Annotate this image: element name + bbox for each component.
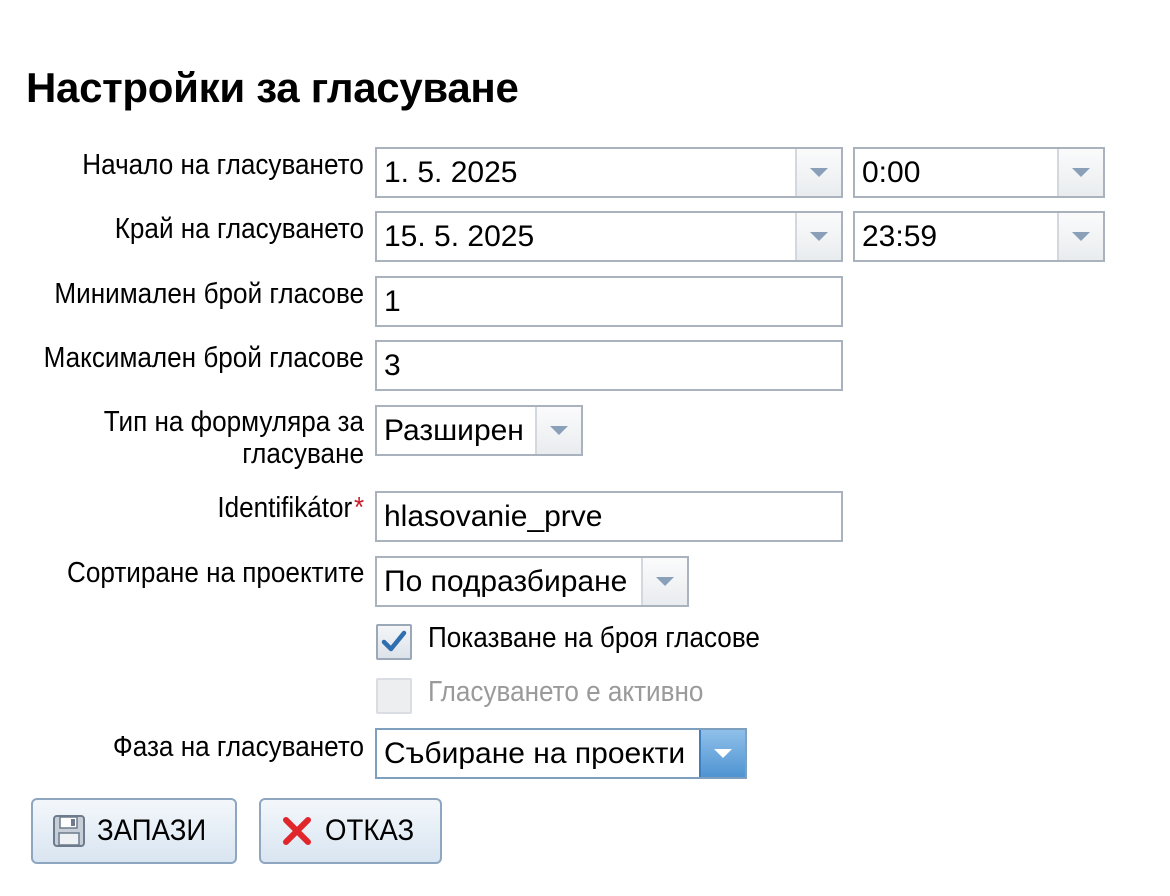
chevron-down-icon bbox=[1072, 168, 1090, 177]
max-votes-input[interactable] bbox=[377, 342, 841, 389]
identifier-input[interactable] bbox=[377, 493, 841, 540]
identifier-label-text: Identifikátor bbox=[217, 492, 353, 524]
end-date-select[interactable]: 15. 5. 2025 bbox=[375, 211, 843, 262]
sorting-select[interactable]: По подразбиране bbox=[375, 556, 689, 607]
end-date-dropdown-button[interactable] bbox=[795, 213, 841, 260]
start-label: Начало на гласуването bbox=[82, 149, 364, 181]
phase-label: Фаза на гласуването bbox=[112, 731, 364, 763]
phase-value: Събиране на проекти bbox=[384, 737, 686, 770]
chevron-down-icon bbox=[550, 426, 568, 435]
start-date-select[interactable]: 1. 5. 2025 bbox=[375, 147, 843, 198]
sorting-label: Сортиране на проектите bbox=[66, 557, 364, 589]
form-type-select[interactable]: Разширен bbox=[375, 405, 583, 456]
required-marker: * bbox=[353, 492, 364, 524]
sorting-dropdown-button[interactable] bbox=[641, 558, 687, 605]
min-votes-input[interactable] bbox=[377, 278, 841, 325]
end-time-select[interactable]: 23:59 bbox=[853, 211, 1105, 262]
voting-active-label: Гласуването е активно bbox=[428, 676, 704, 708]
form-type-value: Разширен bbox=[384, 414, 524, 447]
identifier-field[interactable] bbox=[375, 491, 843, 542]
start-time-value: 0:00 bbox=[862, 156, 921, 189]
max-votes-label: Максимален брой гласове bbox=[43, 342, 364, 374]
phase-dropdown-button[interactable] bbox=[699, 730, 745, 777]
form-type-label: Тип на формуляра за гласуване bbox=[103, 406, 364, 470]
show-vote-count-checkbox[interactable] bbox=[376, 624, 412, 660]
chevron-down-icon bbox=[1072, 232, 1090, 241]
end-date-value: 15. 5. 2025 bbox=[384, 220, 535, 253]
voting-active-checkbox bbox=[376, 678, 412, 714]
chevron-down-icon bbox=[714, 749, 732, 758]
floppy-disk-icon bbox=[53, 815, 85, 847]
show-vote-count-label[interactable]: Показване на броя гласове bbox=[428, 620, 760, 656]
chevron-down-icon bbox=[810, 168, 828, 177]
start-date-value: 1. 5. 2025 bbox=[384, 156, 518, 189]
chevron-down-icon bbox=[656, 577, 674, 586]
min-votes-field[interactable] bbox=[375, 276, 843, 327]
form-type-dropdown-button[interactable] bbox=[535, 407, 581, 454]
sorting-value: По подразбиране bbox=[384, 565, 628, 598]
max-votes-field[interactable] bbox=[375, 340, 843, 391]
save-button[interactable]: ЗАПАЗИ bbox=[31, 798, 237, 864]
page-title: Настройки за гласуване bbox=[26, 64, 519, 111]
end-time-dropdown-button[interactable] bbox=[1057, 213, 1103, 260]
min-votes-label: Минимален брой гласове bbox=[54, 278, 364, 310]
red-x-icon bbox=[283, 817, 311, 845]
start-time-select[interactable]: 0:00 bbox=[853, 147, 1105, 198]
save-button-label: ЗАПАЗИ bbox=[97, 814, 207, 847]
phase-select[interactable]: Събиране на проекти bbox=[375, 728, 747, 779]
end-label: Край на гласуването bbox=[114, 213, 364, 245]
checkmark-icon bbox=[381, 630, 407, 652]
cancel-button[interactable]: ОТКАЗ bbox=[259, 798, 442, 864]
end-time-value: 23:59 bbox=[862, 220, 938, 253]
identifier-label: Identifikátor* bbox=[217, 492, 364, 524]
start-date-dropdown-button[interactable] bbox=[795, 149, 841, 196]
start-time-dropdown-button[interactable] bbox=[1057, 149, 1103, 196]
chevron-down-icon bbox=[810, 232, 828, 241]
cancel-button-label: ОТКАЗ bbox=[325, 814, 415, 847]
